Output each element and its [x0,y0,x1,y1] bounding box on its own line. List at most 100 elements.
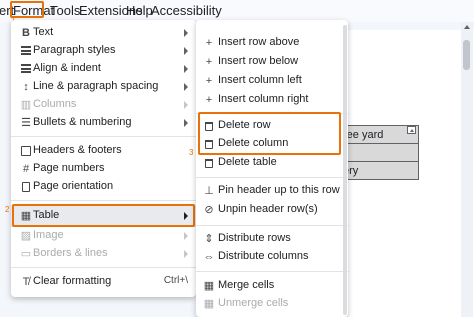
menu-item-columns[interactable]: ▥ Columns [11,95,196,115]
menu-item-label: Page orientation [33,180,114,192]
menu-item-label: Image [33,229,64,241]
menu-item-text[interactable]: B Text [11,23,196,43]
menu-item-label: Distribute columns [218,250,309,262]
menu-item-insert-column-left[interactable]: + Insert column left [196,71,348,91]
distribute-columns-icon: ⇔ [203,251,215,263]
step-badge-3: 3 [189,148,194,157]
menu-item-paragraph-styles[interactable]: Paragraph styles [11,41,196,61]
menu-item-label: Unpin header row(s) [218,203,318,215]
headers-footers-icon [19,144,33,158]
plus-icon: + [205,75,213,87]
submenu-arrow-icon [184,232,188,240]
menu-item-distribute-rows[interactable]: ⇕ Distribute rows [196,229,348,249]
page-orientation-icon [19,180,33,194]
clear-formatting-icon: T̸ [22,276,30,288]
bulleted-list-icon: ☰ [21,117,31,129]
submenu-arrow-icon [184,65,188,73]
table-cell[interactable] [339,143,419,162]
menu-item-label: Insert column right [218,93,309,105]
unpin-icon: ⊘ [204,204,214,216]
menu-item-label: Insert column left [218,74,302,86]
menu-item-merge-cells[interactable]: ▦ Merge cells [196,276,348,296]
plus-icon: + [205,94,213,106]
table-highlight [12,204,195,227]
plus-icon: + [205,56,213,68]
delete-options-highlight [198,112,341,155]
menu-item-label: Page numbers [33,162,105,174]
submenu-arrow-icon [184,101,188,109]
menu-item-insert-row-above[interactable]: + Insert row above [196,33,348,53]
menu-item-label: Insert row below [218,55,299,67]
menu-divider [196,271,348,272]
menu-item-label: Bullets & numbering [33,116,132,128]
menu-item-label: Borders & lines [33,247,108,259]
menu-divider [11,200,196,201]
align-icon [19,62,33,76]
menu-item-page-numbers[interactable]: # Page numbers [11,159,196,179]
menu-item-label: Delete table [218,156,277,168]
menu-accessibility[interactable]: Accessibility [151,3,222,18]
menu-item-label: Merge cells [218,279,275,291]
menu-item-label: Headers & footers [33,144,122,156]
merge-cells-icon: ▦ [203,280,215,292]
menu-item-align-indent[interactable]: Align & indent [11,59,196,79]
menu-item-label: Pin header up to this row [218,184,340,196]
menu-item-pin-header[interactable]: ⊥ Pin header up to this row [196,181,348,201]
menu-item-label: Paragraph styles [33,44,116,56]
menu-item-label: Insert row above [218,36,300,48]
submenu-arrow-icon [184,83,188,91]
bold-icon: B [22,27,30,39]
menu-item-label: Text [33,26,54,38]
menu-item-label: Clear formatting [33,275,112,287]
plus-icon: + [205,37,213,49]
menu-item-insert-column-right[interactable]: + Insert column right [196,90,348,110]
menu-item-headers-footers[interactable]: Headers & footers [11,141,196,161]
paragraph-styles-icon [19,44,33,58]
menu-item-distribute-columns[interactable]: ⇔ Distribute columns [196,247,348,267]
submenu-arrow-icon [184,47,188,55]
trash-icon [202,156,216,170]
columns-icon: ▥ [20,99,32,111]
menu-divider [11,136,196,137]
page-numbers-icon: # [22,163,30,175]
menu-item-clear-formatting[interactable]: T̸ Clear formatting Ctrl+\ [11,272,196,292]
menu-item-label: Columns [33,98,77,110]
menu-item-label: Distribute rows [218,232,291,244]
menu-item-page-orientation[interactable]: Page orientation [11,177,196,197]
menu-item-line-spacing[interactable]: ↕ Line & paragraph spacing [11,77,196,97]
shortcut-label: Ctrl+\ [163,275,188,286]
unmerge-cells-icon: ▦ [203,298,215,310]
menu-item-unmerge-cells[interactable]: ▦ Unmerge cells [196,294,348,314]
table-submenu: + Insert row above + Insert row below + … [196,20,348,317]
table-cell[interactable]: ery [339,161,419,180]
line-spacing-icon: ↕ [23,81,29,93]
submenu-scrollbar[interactable] [343,25,347,315]
menu-item-image[interactable]: ▨ Image [11,226,196,246]
scroll-up-arrow-icon[interactable] [464,25,470,29]
submenu-arrow-icon [184,119,188,127]
menu-tools[interactable]: Tools [50,3,80,18]
submenu-arrow-icon [184,250,188,258]
menu-divider [196,177,348,178]
distribute-rows-icon: ⇕ [204,233,214,245]
borders-lines-icon: ▭ [20,248,32,260]
menu-item-delete-table[interactable]: Delete table [196,153,348,173]
format-menu: B Text Paragraph styles Align & indent ↕… [11,20,196,297]
menu-item-label: Align & indent [33,62,101,74]
cell-menu-handle[interactable] [407,126,416,134]
image-icon: ▨ [20,230,32,242]
menu-item-bullets-numbering[interactable]: ☰ Bullets & numbering [11,113,196,133]
menu-item-unpin-header[interactable]: ⊘ Unpin header row(s) [196,200,348,220]
step-badge-2: 2 [5,205,10,214]
submenu-arrow-icon [184,29,188,37]
menu-item-label: Line & paragraph spacing [33,80,159,92]
menu-bar: ert Format Tools Extensions Help Accessi… [0,0,474,25]
menu-item-borders-lines[interactable]: ▭ Borders & lines [11,244,196,264]
menu-item-insert-row-below[interactable]: + Insert row below [196,52,348,72]
menu-help[interactable]: Help [126,3,153,18]
menu-divider [196,225,348,226]
pin-icon: ⊥ [204,185,214,197]
menu-item-label: Unmerge cells [218,297,289,309]
scrollbar-thumb[interactable] [463,40,470,70]
menu-divider [11,267,196,268]
